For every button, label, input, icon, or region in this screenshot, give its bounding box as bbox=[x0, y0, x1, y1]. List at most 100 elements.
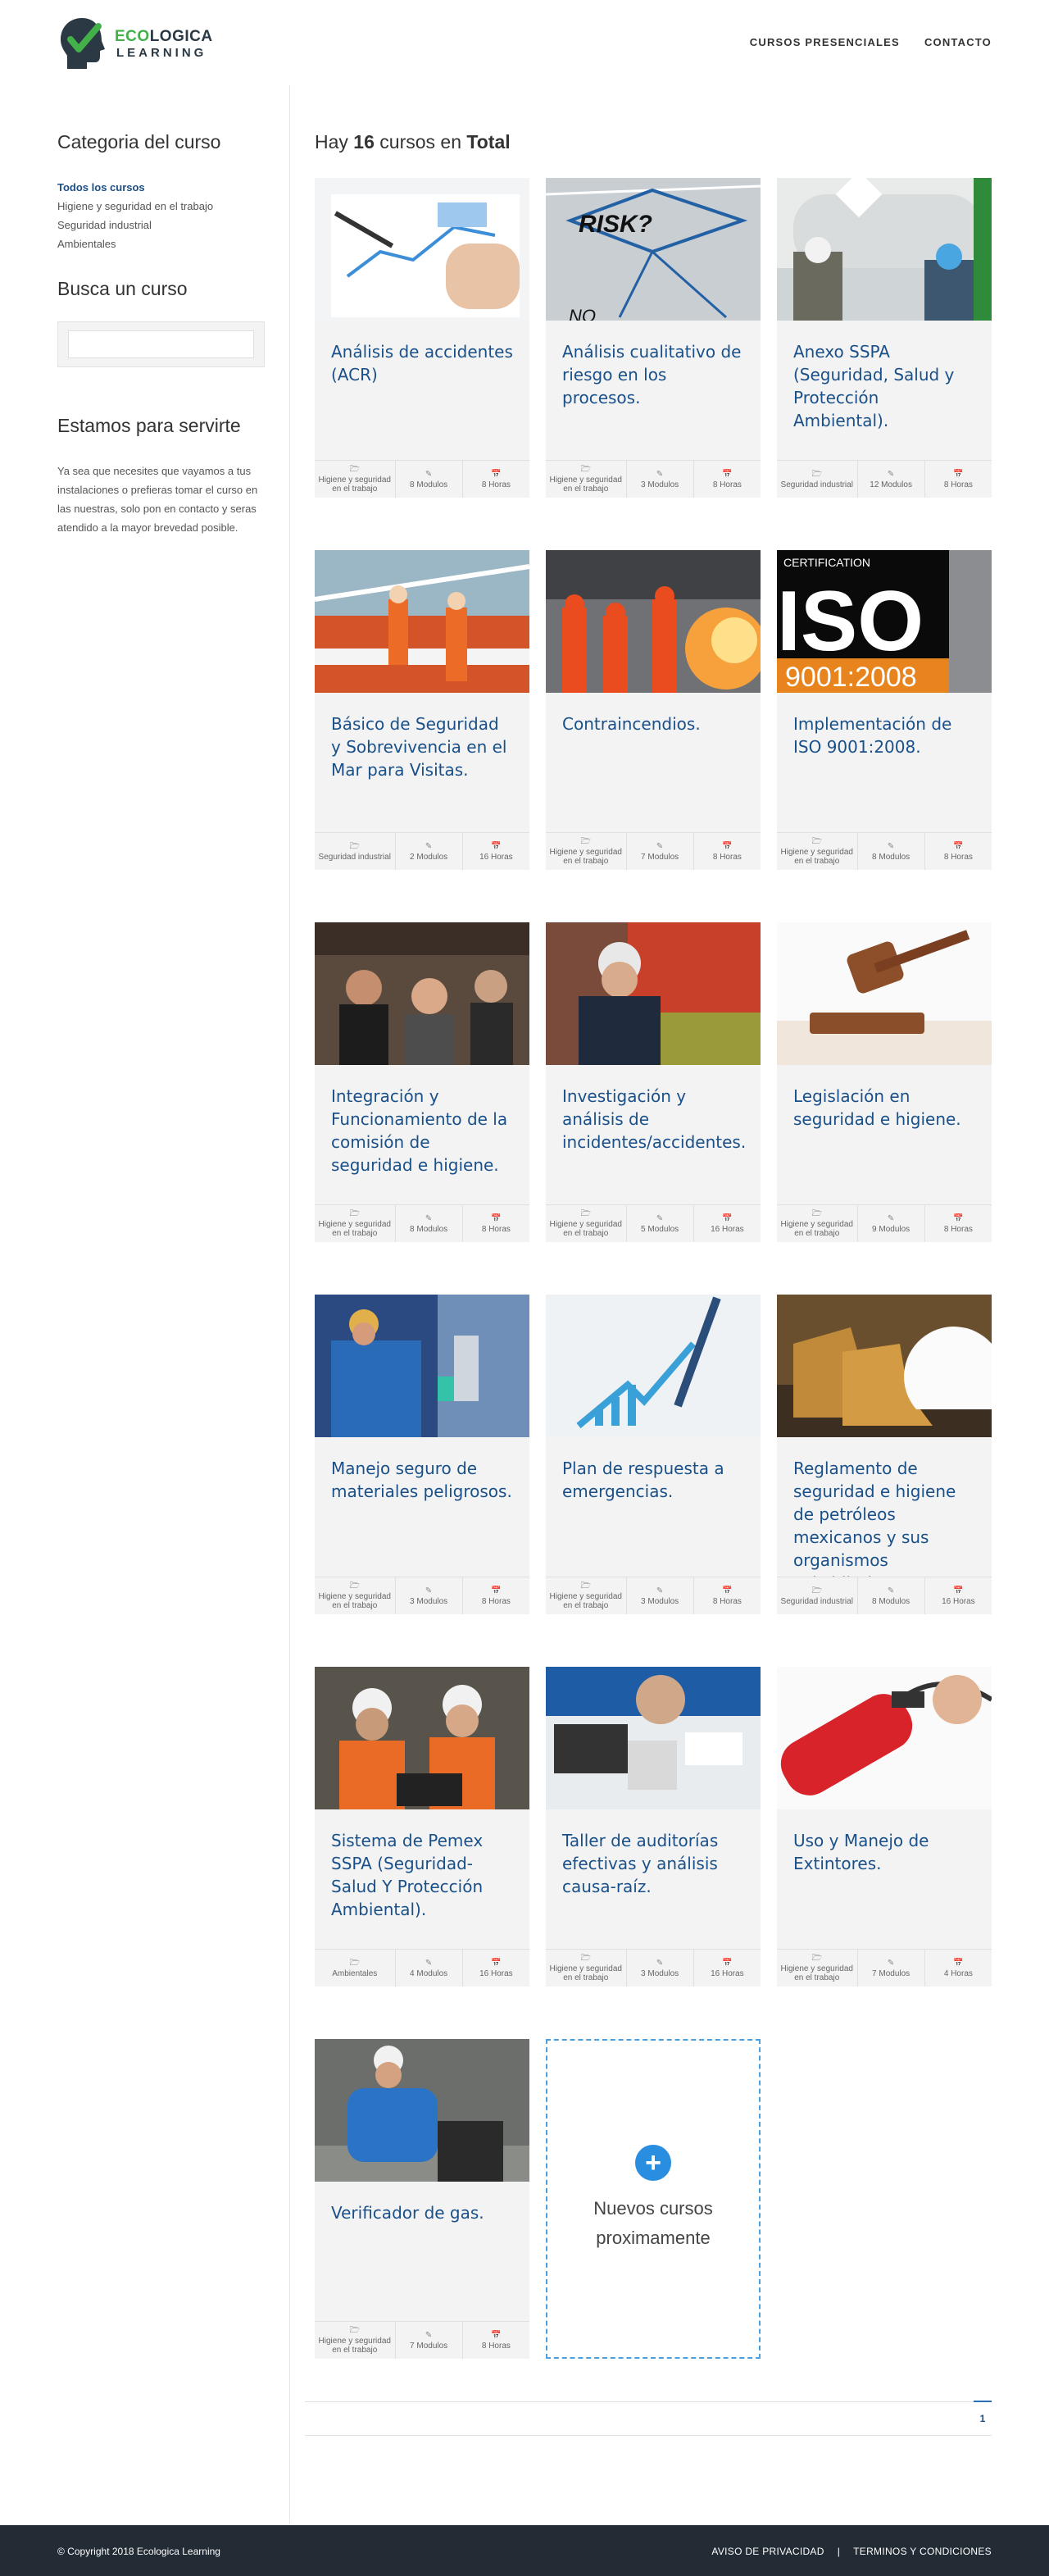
course-category: 🗁 Higiene y seguridad en el trabajo bbox=[318, 2326, 391, 2355]
course-card[interactable]: Investigación y análisis de incidentes/a… bbox=[546, 922, 761, 1242]
course-image[interactable] bbox=[777, 178, 992, 321]
edit-icon: ✎ bbox=[887, 1213, 895, 1223]
course-image[interactable]: RISK? NO bbox=[546, 178, 761, 321]
course-title[interactable]: Plan de respuesta a emergencias. bbox=[546, 1437, 761, 1577]
course-hours: 📅 8 Horas bbox=[693, 461, 761, 498]
edit-icon: ✎ bbox=[425, 2330, 433, 2340]
course-card[interactable]: Legislación en seguridad e higiene. 🗁 Higi… bbox=[777, 922, 992, 1242]
calendar-icon: 📅 bbox=[722, 1586, 733, 1595]
total-heading: Hay 16 cursos en Total bbox=[315, 131, 511, 152]
course-card[interactable]: Plan de respuesta a emergencias. 🗁 Higiene… bbox=[546, 1295, 761, 1614]
course-image[interactable] bbox=[546, 922, 761, 1065]
category-item-higiene[interactable]: Higiene y seguridad en el trabajo bbox=[57, 197, 265, 216]
svg-text:9001:2008: 9001:2008 bbox=[785, 662, 917, 693]
category-item-ambientales[interactable]: Ambientales bbox=[57, 234, 265, 253]
course-card[interactable]: RISK? NO Análisis cualitativo de riesgo en… bbox=[546, 178, 761, 498]
course-image[interactable] bbox=[546, 1667, 761, 1809]
course-card[interactable]: Reglamento de seguridad e higiene de pet… bbox=[777, 1295, 992, 1614]
course-title[interactable]: Análisis cualitativo de riesgo en los pr… bbox=[546, 321, 761, 460]
course-category: 🗁 Higiene y seguridad en el trabajo bbox=[780, 837, 853, 866]
course-title[interactable]: Investigación y análisis de incidentes/a… bbox=[546, 1065, 761, 1204]
course-title[interactable]: Verificador de gas. bbox=[315, 2182, 529, 2321]
category-item-todos[interactable]: Todos los cursos bbox=[57, 178, 265, 197]
course-image[interactable]: CERTIFICATION ISO 9001:2008 bbox=[777, 550, 992, 693]
svg-text:CERTIFICATION: CERTIFICATION bbox=[783, 556, 870, 569]
course-hours: 📅 8 Horas bbox=[461, 2322, 529, 2359]
course-meta: 🗁 Ambientales ✎ 4 Modulos 📅 16 Horas bbox=[315, 1949, 529, 1987]
main-nav: CURSOS PRESENCIALES CONTACTO bbox=[750, 36, 992, 48]
course-modules: ✎ 9 Modulos bbox=[856, 1205, 924, 1242]
course-image[interactable] bbox=[777, 1667, 992, 1809]
course-image[interactable] bbox=[546, 550, 761, 693]
course-hours: 📅 16 Horas bbox=[693, 1205, 761, 1242]
course-card[interactable]: Manejo seguro de materiales peligrosos. 🗁… bbox=[315, 1295, 529, 1614]
course-category: 🗁 Higiene y seguridad en el trabajo bbox=[780, 1209, 853, 1238]
sidebar: Categoria del curso Todos los cursos Hig… bbox=[0, 85, 290, 2524]
edit-icon: ✎ bbox=[425, 1958, 433, 1968]
course-category: 🗁 Seguridad industrial bbox=[318, 841, 391, 862]
nav-cursos-presenciales[interactable]: CURSOS PRESENCIALES bbox=[750, 36, 900, 48]
logo[interactable]: ECOLOGICA LEARNING bbox=[57, 15, 221, 72]
course-card[interactable]: Taller de auditorías efectivas y análisi… bbox=[546, 1667, 761, 1987]
edit-icon: ✎ bbox=[656, 1586, 664, 1595]
course-image[interactable] bbox=[777, 922, 992, 1065]
course-card[interactable]: Contraincendios. 🗁 Higiene y seguridad en … bbox=[546, 550, 761, 870]
course-title[interactable]: Implementación de ISO 9001:2008. bbox=[777, 693, 992, 832]
course-hours: 📅 8 Horas bbox=[693, 833, 761, 870]
course-image[interactable] bbox=[315, 922, 529, 1065]
coming-soon-card: + Nuevos cursos proximamente bbox=[546, 2039, 761, 2359]
course-meta: 🗁 Higiene y seguridad en el trabajo ✎ 3 Mod… bbox=[546, 1577, 761, 1614]
nav-contacto[interactable]: CONTACTO bbox=[924, 36, 992, 48]
course-title[interactable]: Legislación en seguridad e higiene. bbox=[777, 1065, 992, 1204]
course-meta: 🗁 Higiene y seguridad en el trabajo ✎ 8 Mod… bbox=[777, 832, 992, 870]
course-image[interactable] bbox=[777, 1295, 992, 1437]
course-hours: 📅 4 Horas bbox=[924, 1950, 992, 1987]
course-image[interactable] bbox=[315, 1667, 529, 1809]
course-image[interactable] bbox=[315, 1295, 529, 1437]
course-title[interactable]: Reglamento de seguridad e higiene de pet… bbox=[777, 1437, 992, 1577]
course-image[interactable] bbox=[315, 178, 529, 321]
category-item-seguridad[interactable]: Seguridad industrial bbox=[57, 216, 265, 234]
course-card[interactable]: Integración y Funcionamiento de la comis… bbox=[315, 922, 529, 1242]
edit-icon: ✎ bbox=[887, 1958, 895, 1968]
privacy-link[interactable]: AVISO DE PRIVACIDAD bbox=[711, 2546, 824, 2557]
course-card[interactable]: Básico de Seguridad y Sobrevivencia en e… bbox=[315, 550, 529, 870]
course-meta: 🗁 Seguridad industrial ✎ 8 Modulos 📅 16 Horas bbox=[777, 1577, 992, 1614]
course-modules: ✎ 7 Modulos bbox=[394, 2322, 462, 2359]
course-category: 🗁 Higiene y seguridad en el trabajo bbox=[549, 837, 622, 866]
course-modules: ✎ 5 Modulos bbox=[625, 1205, 693, 1242]
about-text: Ya sea que necesites que vayamos a tus i… bbox=[57, 465, 258, 534]
course-modules: ✎ 7 Modulos bbox=[625, 833, 693, 870]
course-card[interactable]: CERTIFICATION ISO 9001:2008 Implementación … bbox=[777, 550, 992, 870]
course-meta: 🗁 Higiene y seguridad en el trabajo ✎ 3 Mod… bbox=[315, 1577, 529, 1614]
search-input[interactable] bbox=[68, 330, 254, 358]
course-title[interactable]: Integración y Funcionamiento de la comis… bbox=[315, 1065, 529, 1204]
course-title[interactable]: Anexo SSPA (Seguridad, Salud y Protecció… bbox=[777, 321, 992, 460]
page-number[interactable]: 1 bbox=[974, 2401, 992, 2436]
course-card[interactable]: Sistema de Pemex SSPA (Seguridad-Salud Y… bbox=[315, 1667, 529, 1987]
course-title[interactable]: Sistema de Pemex SSPA (Seguridad-Salud Y… bbox=[315, 1809, 529, 1949]
course-card[interactable]: Análisis de accidentes (ACR) 🗁 Higiene y s… bbox=[315, 178, 529, 498]
course-title[interactable]: Taller de auditorías efectivas y análisi… bbox=[546, 1809, 761, 1949]
course-card[interactable]: Anexo SSPA (Seguridad, Salud y Protecció… bbox=[777, 178, 992, 498]
course-title[interactable]: Análisis de accidentes (ACR) bbox=[315, 321, 529, 460]
folder-icon: 🗁 bbox=[580, 1954, 591, 1963]
pagination: 1 bbox=[305, 2401, 992, 2436]
course-card[interactable]: Verificador de gas. 🗁 Higiene y seguridad … bbox=[315, 2039, 529, 2359]
course-category: 🗁 Higiene y seguridad en el trabajo bbox=[318, 465, 391, 494]
course-image[interactable] bbox=[546, 1295, 761, 1437]
course-image[interactable] bbox=[315, 2039, 529, 2182]
course-modules: ✎ 8 Modulos bbox=[856, 833, 924, 870]
course-category: 🗁 Seguridad industrial bbox=[780, 469, 853, 489]
terms-link[interactable]: TERMINOS Y CONDICIONES bbox=[853, 2546, 992, 2557]
course-title[interactable]: Básico de Seguridad y Sobrevivencia en e… bbox=[315, 693, 529, 832]
course-image[interactable] bbox=[315, 550, 529, 693]
edit-icon: ✎ bbox=[656, 1958, 664, 1968]
course-title[interactable]: Uso y Manejo de Extintores. bbox=[777, 1809, 992, 1949]
course-title[interactable]: Contraincendios. bbox=[546, 693, 761, 832]
site-header: ECOLOGICA LEARNING CURSOS PRESENCIALES C… bbox=[0, 0, 1049, 85]
edit-icon: ✎ bbox=[887, 1586, 895, 1595]
course-hours: 📅 8 Horas bbox=[461, 461, 529, 498]
course-title[interactable]: Manejo seguro de materiales peligrosos. bbox=[315, 1437, 529, 1577]
course-card[interactable]: Uso y Manejo de Extintores. 🗁 Higiene y se… bbox=[777, 1667, 992, 1987]
